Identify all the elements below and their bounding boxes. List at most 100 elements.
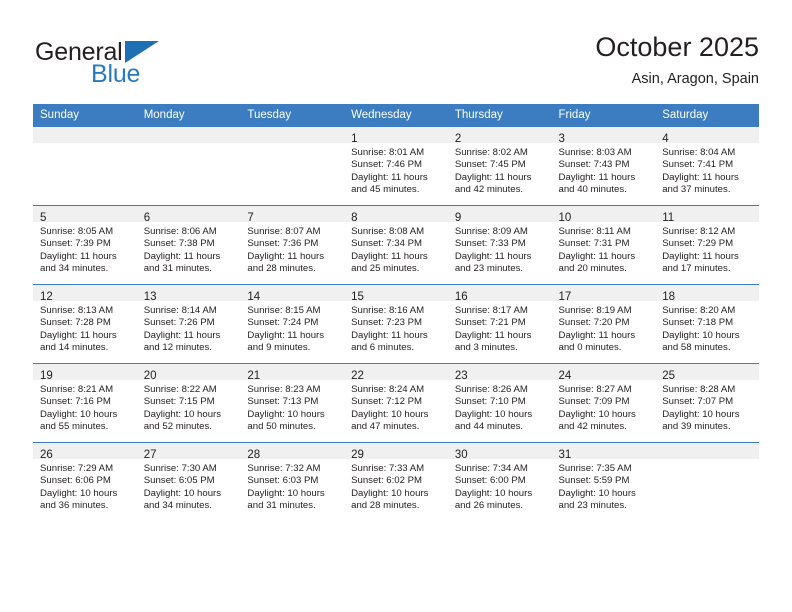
- day-cell-inner: [33, 127, 137, 205]
- day-number-band: 3: [551, 127, 656, 145]
- sunset-text: Sunset: 7:36 PM: [247, 238, 319, 250]
- sunrise-text: Sunrise: 8:07 AM: [247, 226, 321, 237]
- calendar-day-cell-empty: [136, 126, 241, 206]
- calendar-page: General Blue October 2025 Asin, Aragon, …: [0, 0, 792, 612]
- calendar-day-cell[interactable]: 27 Sunrise: 7:30 AM Sunset: 6:05 PM Dayligh…: [136, 442, 241, 521]
- calendar-day-cell[interactable]: 20 Sunrise: 8:22 AM Sunset: 7:15 PM Dayligh…: [136, 363, 241, 443]
- day-detail: [137, 143, 241, 147]
- day-number-band: 6: [136, 206, 241, 224]
- day-detail: Sunrise: 8:21 AM Sunset: 7:16 PM Daylight:…: [33, 380, 137, 434]
- daylight-text-line2: and 50 minutes.: [247, 421, 316, 433]
- calendar-day-cell[interactable]: 16 Sunrise: 8:17 AM Sunset: 7:21 PM Dayligh…: [447, 284, 552, 364]
- day-number: 29: [351, 449, 364, 461]
- calendar-day-cell[interactable]: 29 Sunrise: 7:33 AM Sunset: 6:02 PM Dayligh…: [344, 442, 448, 521]
- day-cell-inner: 31 Sunrise: 7:35 AM Sunset: 5:59 PM Dayligh…: [551, 443, 656, 521]
- page-title: October 2025: [595, 32, 759, 62]
- sunset-text: Sunset: 6:00 PM: [454, 475, 526, 487]
- calendar-day-cell[interactable]: 31 Sunrise: 7:35 AM Sunset: 5:59 PM Dayligh…: [551, 442, 656, 521]
- daylight-text-line1: Daylight: 11 hours: [454, 250, 532, 262]
- daylight-text-line2: and 28 minutes.: [351, 500, 420, 512]
- day-detail: Sunrise: 8:26 AM Sunset: 7:10 PM Daylight:…: [448, 380, 552, 434]
- calendar-day-cell[interactable]: 3 Sunrise: 8:03 AM Sunset: 7:43 PM Daylight…: [551, 126, 656, 206]
- calendar-day-cell[interactable]: 24 Sunrise: 8:27 AM Sunset: 7:09 PM Dayligh…: [551, 363, 656, 443]
- calendar-day-cell[interactable]: 1 Sunrise: 8:01 AM Sunset: 7:46 PM Daylight…: [344, 126, 448, 206]
- calendar-day-cell[interactable]: 19 Sunrise: 8:21 AM Sunset: 7:16 PM Dayligh…: [33, 363, 137, 443]
- day-number: 6: [143, 212, 151, 224]
- sunset-text: Sunset: 7:31 PM: [558, 238, 630, 250]
- calendar-day-cell[interactable]: 22 Sunrise: 8:24 AM Sunset: 7:12 PM Dayligh…: [344, 363, 448, 443]
- calendar-day-cell[interactable]: 23 Sunrise: 8:26 AM Sunset: 7:10 PM Dayligh…: [447, 363, 552, 443]
- sunset-text: Sunset: 7:21 PM: [454, 317, 526, 329]
- day-number-band: 25: [655, 364, 759, 382]
- sunset-text: Sunset: 7:10 PM: [454, 396, 526, 408]
- general-blue-logo[interactable]: General Blue: [33, 38, 223, 94]
- calendar-day-cell[interactable]: 18 Sunrise: 8:20 AM Sunset: 7:18 PM Dayligh…: [655, 284, 759, 364]
- sunset-text: Sunset: 7:41 PM: [662, 159, 734, 171]
- daylight-text-line2: and 26 minutes.: [454, 500, 524, 512]
- calendar-week-row: 1 Sunrise: 8:01 AM Sunset: 7:46 PM Daylight…: [33, 126, 759, 206]
- day-number: 5: [40, 212, 47, 224]
- sunrise-text: Sunrise: 8:08 AM: [351, 226, 425, 237]
- calendar-day-cell[interactable]: 28 Sunrise: 7:32 AM Sunset: 6:03 PM Dayligh…: [240, 442, 345, 521]
- calendar-day-cell[interactable]: 7 Sunrise: 8:07 AM Sunset: 7:36 PM Daylight…: [240, 205, 345, 285]
- daylight-text-line2: and 17 minutes.: [662, 263, 731, 275]
- day-number-band: 23: [447, 364, 552, 382]
- daylight-text-line2: and 20 minutes.: [558, 263, 627, 275]
- day-number-band: [136, 127, 241, 143]
- day-number: 19: [40, 370, 53, 382]
- calendar-day-cell[interactable]: 9 Sunrise: 8:09 AM Sunset: 7:33 PM Daylight…: [447, 205, 552, 285]
- daylight-text-line1: Daylight: 10 hours: [558, 487, 636, 499]
- day-number: 18: [662, 291, 676, 303]
- calendar-day-cell[interactable]: 13 Sunrise: 8:14 AM Sunset: 7:26 PM Dayligh…: [136, 284, 241, 364]
- day-number-band: 5: [33, 206, 137, 224]
- day-number: 4: [662, 133, 669, 145]
- calendar-day-cell[interactable]: 6 Sunrise: 8:06 AM Sunset: 7:38 PM Daylight…: [136, 205, 241, 285]
- daylight-text-line2: and 44 minutes.: [454, 421, 524, 433]
- day-number: 24: [558, 370, 572, 382]
- sunrise-text: Sunrise: 8:13 AM: [40, 305, 114, 316]
- day-cell-inner: 6 Sunrise: 8:06 AM Sunset: 7:38 PM Daylight…: [136, 206, 241, 284]
- calendar-day-cell[interactable]: 25 Sunrise: 8:28 AM Sunset: 7:07 PM Dayligh…: [655, 363, 759, 443]
- day-number: 1: [351, 133, 358, 145]
- day-number-band: 24: [551, 364, 656, 382]
- day-cell-inner: 17 Sunrise: 8:19 AM Sunset: 7:20 PM Dayligh…: [551, 285, 656, 363]
- day-detail: Sunrise: 8:01 AM Sunset: 7:46 PM Daylight:…: [344, 143, 448, 197]
- daylight-text-line1: Daylight: 11 hours: [454, 329, 532, 341]
- day-number: 13: [143, 291, 157, 303]
- calendar-week-row: 26 Sunrise: 7:29 AM Sunset: 6:06 PM Dayligh…: [33, 442, 759, 521]
- calendar-day-cell[interactable]: 21 Sunrise: 8:23 AM Sunset: 7:13 PM Dayligh…: [240, 363, 345, 443]
- daylight-text-line1: Daylight: 11 hours: [40, 329, 117, 341]
- weekday-header-sunday: Sunday: [33, 104, 137, 127]
- sunset-text: Sunset: 7:20 PM: [558, 317, 630, 329]
- calendar-day-cell[interactable]: 5 Sunrise: 8:05 AM Sunset: 7:39 PM Daylight…: [33, 205, 137, 285]
- daylight-text-line2: and 31 minutes.: [143, 263, 212, 275]
- day-cell-inner: 10 Sunrise: 8:11 AM Sunset: 7:31 PM Dayligh…: [551, 206, 656, 284]
- calendar-day-cell-empty: [33, 126, 137, 206]
- day-detail: Sunrise: 8:14 AM Sunset: 7:26 PM Daylight:…: [137, 301, 241, 355]
- sunset-text: Sunset: 7:15 PM: [143, 396, 215, 408]
- page-subtitle: Asin, Aragon, Spain: [631, 71, 759, 87]
- day-cell-inner: 19 Sunrise: 8:21 AM Sunset: 7:16 PM Dayligh…: [33, 364, 137, 442]
- day-number-band: 31: [551, 443, 656, 461]
- calendar-day-cell[interactable]: 15 Sunrise: 8:16 AM Sunset: 7:23 PM Dayligh…: [344, 284, 448, 364]
- calendar-day-cell[interactable]: 17 Sunrise: 8:19 AM Sunset: 7:20 PM Dayligh…: [551, 284, 656, 364]
- calendar-day-cell[interactable]: 2 Sunrise: 8:02 AM Sunset: 7:45 PM Daylight…: [447, 126, 552, 206]
- sunrise-text: Sunrise: 7:34 AM: [454, 463, 528, 474]
- calendar-day-cell[interactable]: 12 Sunrise: 8:13 AM Sunset: 7:28 PM Dayligh…: [33, 284, 137, 364]
- calendar-day-cell[interactable]: 30 Sunrise: 7:34 AM Sunset: 6:00 PM Dayligh…: [447, 442, 552, 521]
- calendar-header-row: Sunday Monday Tuesday Wednesday Thursday…: [33, 104, 759, 127]
- calendar-day-cell[interactable]: 8 Sunrise: 8:08 AM Sunset: 7:34 PM Daylight…: [344, 205, 448, 285]
- day-number-band: 7: [240, 206, 345, 224]
- day-detail: Sunrise: 8:19 AM Sunset: 7:20 PM Daylight:…: [552, 301, 656, 355]
- daylight-text-line1: Daylight: 11 hours: [143, 250, 221, 262]
- calendar-day-cell-empty: [240, 126, 345, 206]
- daylight-text-line1: Daylight: 10 hours: [662, 329, 740, 341]
- day-cell-inner: 28 Sunrise: 7:32 AM Sunset: 6:03 PM Dayligh…: [240, 443, 345, 521]
- calendar-day-cell[interactable]: 14 Sunrise: 8:15 AM Sunset: 7:24 PM Dayligh…: [240, 284, 345, 364]
- daylight-text-line1: Daylight: 11 hours: [351, 329, 428, 341]
- calendar-day-cell[interactable]: 4 Sunrise: 8:04 AM Sunset: 7:41 PM Daylight…: [655, 126, 759, 206]
- day-detail: Sunrise: 8:05 AM Sunset: 7:39 PM Daylight:…: [33, 222, 137, 276]
- calendar-day-cell[interactable]: 10 Sunrise: 8:11 AM Sunset: 7:31 PM Dayligh…: [551, 205, 656, 285]
- calendar-day-cell[interactable]: 11 Sunrise: 8:12 AM Sunset: 7:29 PM Dayligh…: [655, 205, 759, 285]
- calendar-day-cell[interactable]: 26 Sunrise: 7:29 AM Sunset: 6:06 PM Dayligh…: [33, 442, 137, 521]
